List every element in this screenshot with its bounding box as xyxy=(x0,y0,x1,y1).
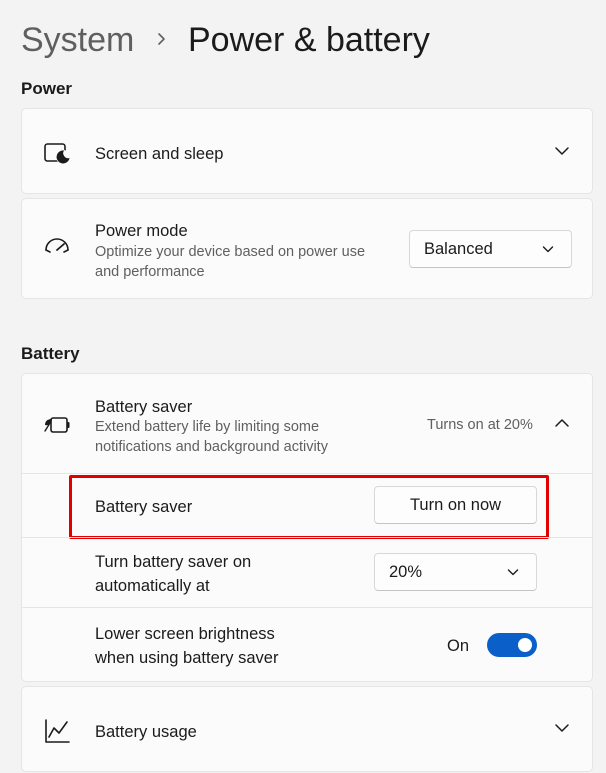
highlight-box xyxy=(69,475,549,539)
divider xyxy=(22,537,592,538)
lower-brightness-toggle[interactable] xyxy=(487,633,537,657)
breadcrumb-chevron-icon xyxy=(150,26,174,52)
lower-brightness-label-line1: Lower screen brightness xyxy=(95,625,275,643)
power-mode-description-line2: and performance xyxy=(95,264,205,280)
line-chart-icon xyxy=(42,716,72,746)
page-title: Power & battery xyxy=(188,21,430,59)
battery-saver-label: Battery saver xyxy=(95,398,193,416)
power-mode-dropdown[interactable]: Balanced xyxy=(409,230,572,268)
chevron-down-icon[interactable] xyxy=(553,719,571,737)
battery-saver-status: Turns on at 20% xyxy=(427,417,533,433)
section-heading-power: Power xyxy=(21,79,73,98)
divider xyxy=(22,473,592,474)
auto-battery-saver-label-line2: automatically at xyxy=(95,577,210,595)
battery-saver-description-line1: Extend battery life by limiting some xyxy=(95,419,320,435)
chevron-down-icon xyxy=(541,242,555,256)
chevron-down-icon xyxy=(506,565,520,579)
battery-saver-description-line2: notifications and background activity xyxy=(95,439,328,455)
battery-threshold-dropdown[interactable]: 20% xyxy=(374,553,537,591)
divider xyxy=(22,607,592,608)
power-mode-description-line1: Optimize your device based on power use xyxy=(95,244,366,260)
toggle-knob xyxy=(518,638,532,652)
battery-saver-icon xyxy=(42,410,72,440)
battery-threshold-selected: 20% xyxy=(389,562,423,581)
power-mode-selected: Balanced xyxy=(424,239,493,258)
screen-sleep-icon xyxy=(42,139,72,169)
breadcrumb-system[interactable]: System xyxy=(21,18,134,62)
battery-usage-label: Battery usage xyxy=(95,723,197,741)
chevron-up-icon[interactable] xyxy=(553,414,571,432)
toggle-state-label: On xyxy=(447,637,470,655)
lower-brightness-label-line2: when using battery saver xyxy=(95,649,279,667)
power-mode-label: Power mode xyxy=(95,222,188,240)
auto-battery-saver-label-line1: Turn battery saver on xyxy=(95,553,252,571)
chevron-down-icon[interactable] xyxy=(553,142,571,160)
gauge-icon xyxy=(42,233,72,263)
screen-and-sleep-label: Screen and sleep xyxy=(95,145,224,163)
section-heading-battery: Battery xyxy=(21,344,80,363)
